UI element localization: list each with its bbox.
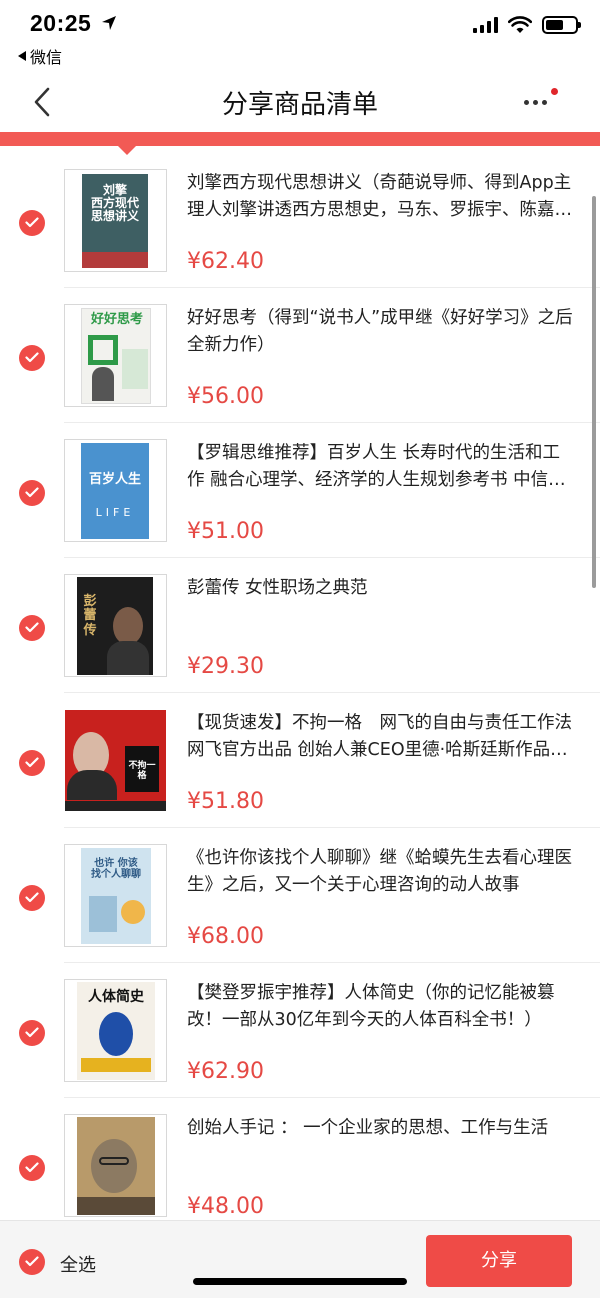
- select-all-checkbox[interactable]: [19, 1249, 45, 1275]
- product-title[interactable]: 创始人手记 ： 一个企业家的思想、工作与生活: [187, 1115, 573, 1169]
- back-to-wechat-link[interactable]: 微信: [18, 44, 62, 68]
- item-checkbox[interactable]: [19, 1020, 45, 1046]
- page-title: 分享商品清单: [221, 90, 378, 120]
- cover-title: 刘擎 西方现代 思想讲义: [90, 183, 139, 224]
- product-title[interactable]: 彭蕾传 女性职场之典范: [187, 575, 573, 629]
- book-cover: 彭蕾传: [77, 577, 153, 675]
- product-thumbnail[interactable]: 刘擎 西方现代 思想讲义: [64, 169, 167, 272]
- item-checkbox[interactable]: [19, 750, 45, 776]
- cover-title: 彭蕾传: [83, 594, 97, 638]
- status-bar: 20:25 微信: [0, 0, 600, 67]
- item-checkbox[interactable]: [19, 1155, 45, 1181]
- list-item[interactable]: 百岁人生 LIFE 【罗辑思维推荐】百岁人生 长寿时代的生活和工作 融合心理学、…: [0, 423, 600, 558]
- book-cover: 百岁人生 LIFE: [81, 443, 149, 539]
- product-title[interactable]: 好好思考（得到“说书人”成甲继《好好学习》之后全新力作）: [187, 305, 573, 359]
- home-indicator[interactable]: [193, 1278, 407, 1285]
- book-cover: 也许 你该 找个人聊聊: [81, 848, 151, 944]
- product-thumbnail[interactable]: 好好思考: [64, 304, 167, 407]
- list-item[interactable]: 好好思考 好好思考（得到“说书人”成甲继《好好学习》之后全新力作） ¥56.00: [0, 288, 600, 423]
- status-time: 20:25: [30, 10, 92, 36]
- cellular-signal-icon: [473, 17, 498, 33]
- checkmark-icon: [25, 487, 39, 498]
- list-item[interactable]: 彭蕾传 彭蕾传 女性职场之典范 ¥29.30: [0, 558, 600, 693]
- product-price: ¥56.00: [187, 384, 264, 409]
- item-checkbox[interactable]: [19, 210, 45, 236]
- product-title[interactable]: 【现货速发】不拘一格 网飞的自由与责任工作法 网飞官方出品 创始人兼CEO里德·…: [187, 710, 573, 764]
- item-checkbox[interactable]: [19, 615, 45, 641]
- checkmark-icon: [25, 757, 39, 768]
- list-item[interactable]: 也许 你该 找个人聊聊 《也许你该找个人聊聊》继《蛤蟆先生去看心理医生》之后，又一…: [0, 828, 600, 963]
- product-thumbnail[interactable]: 人体简史: [64, 979, 167, 1082]
- product-price: ¥48.00: [187, 1194, 264, 1219]
- product-price: ¥68.00: [187, 924, 264, 949]
- cover-title: 好好思考: [90, 312, 143, 327]
- product-title[interactable]: 【樊登罗振宇推荐】人体简史（你的记忆能被篡改！一部从30亿年到今天的人体百科全书…: [187, 980, 573, 1034]
- product-thumbnail[interactable]: 也许 你该 找个人聊聊: [64, 844, 167, 947]
- more-dots-icon: [524, 100, 547, 105]
- status-indicators: [473, 16, 581, 34]
- list-item[interactable]: 刘擎 西方现代 思想讲义 刘擎西方现代思想讲义（奇葩说导师、得到App主理人刘擎讲透…: [0, 153, 600, 288]
- cover-title: 人体简史: [88, 989, 144, 1005]
- product-price: ¥51.00: [187, 519, 264, 544]
- book-cover: 人体简史: [77, 982, 155, 1080]
- checkmark-icon: [25, 1027, 39, 1038]
- product-title[interactable]: 刘擎西方现代思想讲义（奇葩说导师、得到App主理人刘擎讲透西方思想史，马东、罗振…: [187, 170, 573, 224]
- location-arrow-icon: [102, 16, 116, 30]
- nav-bar: 分享商品清单: [0, 68, 600, 132]
- red-banner-edge: [0, 132, 600, 146]
- product-title[interactable]: 【罗辑思维推荐】百岁人生 长寿时代的生活和工作 融合心理学、经济学的人生规划参考…: [187, 440, 573, 494]
- product-thumbnail[interactable]: 彭蕾传: [64, 574, 167, 677]
- cover-title: 也许 你该 找个人聊聊: [91, 858, 141, 880]
- checkmark-icon: [25, 1256, 39, 1267]
- book-cover: 不拘一格: [65, 710, 166, 811]
- checkmark-icon: [25, 217, 39, 228]
- book-cover: 刘擎 西方现代 思想讲义: [82, 174, 148, 268]
- share-button[interactable]: 分享: [426, 1235, 572, 1287]
- product-thumbnail[interactable]: 百岁人生 LIFE: [64, 439, 167, 542]
- product-price: ¥62.90: [187, 1059, 264, 1084]
- product-thumbnail[interactable]: 不拘一格: [64, 709, 167, 812]
- select-all-label[interactable]: 全选: [60, 1251, 96, 1277]
- product-title[interactable]: 《也许你该找个人聊聊》继《蛤蟆先生去看心理医生》之后，又一个关于心理咨询的动人故…: [187, 845, 573, 899]
- more-menu-button[interactable]: [524, 88, 558, 112]
- back-app-label: 微信: [30, 48, 63, 67]
- list-item[interactable]: 人体简史 【樊登罗振宇推荐】人体简史（你的记忆能被篡改！一部从30亿年到今天的人…: [0, 963, 600, 1098]
- book-cover: 好好思考: [81, 308, 151, 404]
- cover-title: 不拘一格: [128, 761, 156, 781]
- list-item[interactable]: 不拘一格 【现货速发】不拘一格 网飞的自由与责任工作法 网飞官方出品 创始人兼C…: [0, 693, 600, 828]
- item-checkbox[interactable]: [19, 345, 45, 371]
- back-triangle-icon: [18, 51, 26, 61]
- notification-dot: [551, 88, 558, 95]
- wifi-icon: [508, 16, 532, 33]
- item-checkbox[interactable]: [19, 480, 45, 506]
- cover-title: 百岁人生: [88, 472, 141, 487]
- checkmark-icon: [25, 352, 39, 363]
- product-price: ¥51.80: [187, 789, 264, 814]
- product-price: ¥62.40: [187, 249, 264, 274]
- checkmark-icon: [25, 1162, 39, 1173]
- bottom-action-bar: 全选 分享: [0, 1220, 600, 1298]
- checkmark-icon: [25, 622, 39, 633]
- item-checkbox[interactable]: [19, 885, 45, 911]
- battery-icon: [542, 16, 581, 34]
- book-cover: [77, 1117, 155, 1215]
- scrollbar[interactable]: [592, 196, 596, 588]
- product-price: ¥29.30: [187, 654, 264, 679]
- checkmark-icon: [25, 892, 39, 903]
- list-item[interactable]: 创始人手记 ： 一个企业家的思想、工作与生活 ¥48.00: [0, 1098, 600, 1233]
- product-thumbnail[interactable]: [64, 1114, 167, 1217]
